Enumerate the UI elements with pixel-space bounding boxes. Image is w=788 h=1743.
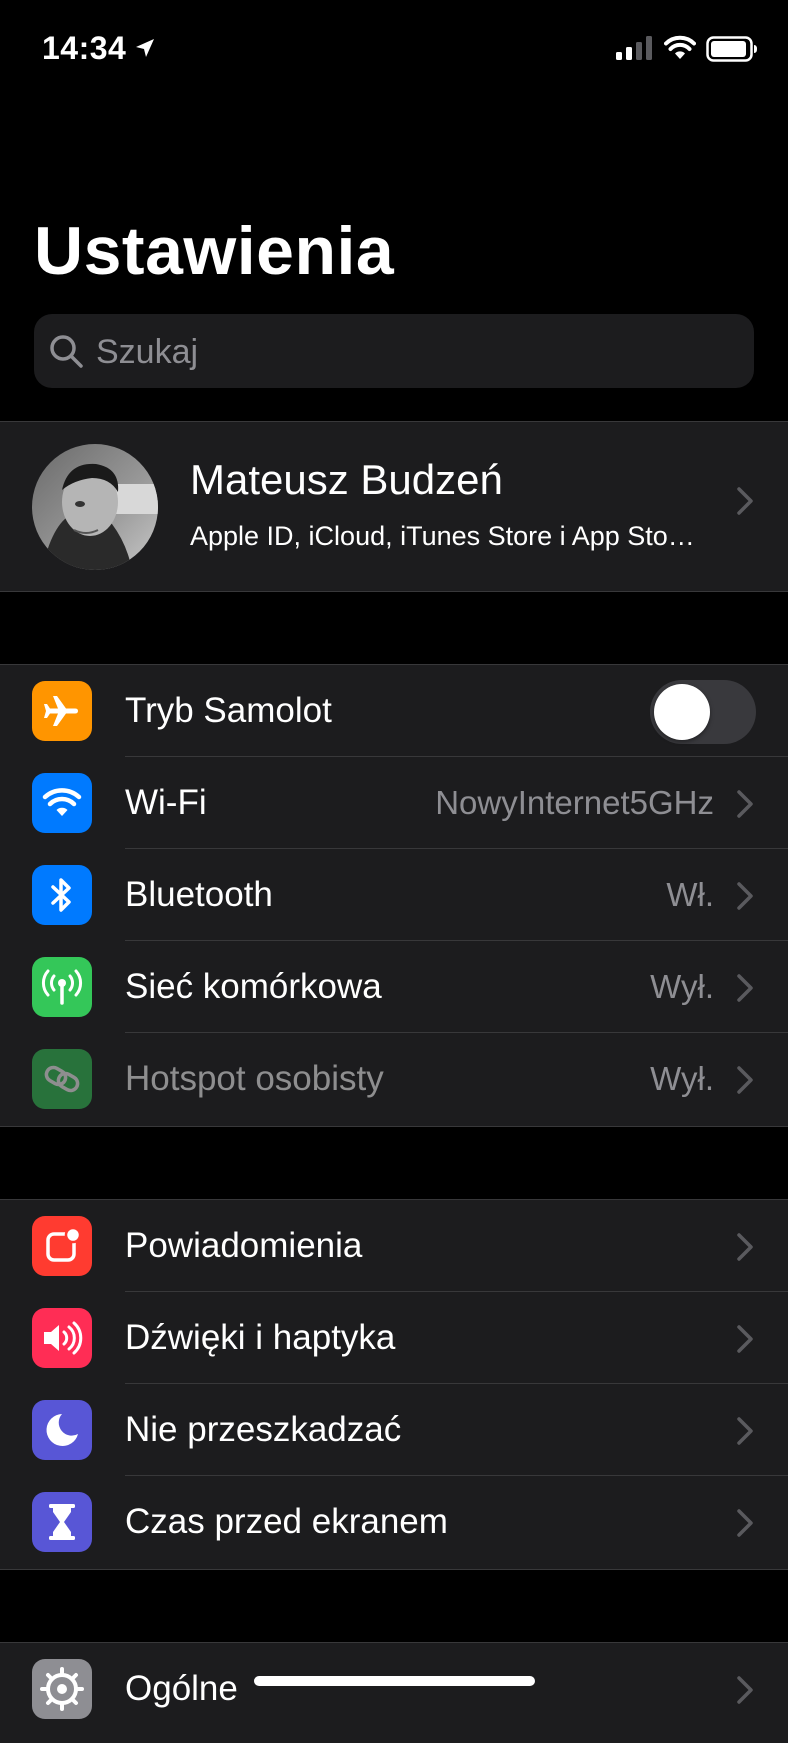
settings-row-cellular[interactable]: Sieć komórkowa Wył. — [0, 941, 788, 1033]
hourglass-icon — [32, 1492, 92, 1552]
wifi-icon — [32, 773, 92, 833]
cellular-signal-icon — [616, 36, 652, 60]
wifi-status-icon — [664, 35, 696, 59]
speaker-icon — [32, 1308, 92, 1368]
row-label: Tryb Samolot — [125, 691, 332, 730]
chevron-right-icon — [737, 1233, 753, 1261]
settings-row-screen-time[interactable]: Czas przed ekranem — [0, 1476, 788, 1568]
chevron-right-icon — [737, 1325, 753, 1353]
search-input[interactable] — [94, 314, 738, 390]
settings-row-personal-hotspot: Hotspot osobisty Wył. — [0, 1033, 788, 1125]
row-label: Hotspot osobisty — [125, 1059, 384, 1098]
cellular-antenna-icon — [32, 957, 92, 1017]
profile-name: Mateusz Budzeń — [190, 456, 503, 503]
notifications-icon — [32, 1216, 92, 1276]
settings-row-sounds-haptics[interactable]: Dźwięki i haptyka — [0, 1292, 788, 1384]
chevron-right-icon — [737, 790, 753, 818]
chevron-right-icon — [737, 1676, 753, 1704]
general-group: Ogólne — [0, 1642, 788, 1743]
chevron-right-icon — [737, 882, 753, 910]
chevron-right-icon — [737, 974, 753, 1002]
cellular-value: Wył. — [650, 968, 714, 1005]
moon-icon — [32, 1400, 92, 1460]
wifi-network-value: NowyInternet5GHz — [435, 784, 714, 821]
notifications-group: Powiadomienia Dźwięki i haptyka Nie prze… — [0, 1199, 788, 1570]
settings-row-general[interactable]: Ogólne — [0, 1643, 788, 1735]
connectivity-group: Tryb Samolot Wi-Fi NowyInternet5GHz Blue… — [0, 664, 788, 1127]
row-label: Dźwięki i haptyka — [125, 1318, 396, 1357]
gear-icon — [32, 1659, 92, 1719]
settings-row-notifications[interactable]: Powiadomienia — [0, 1200, 788, 1292]
toggle-knob — [654, 684, 710, 740]
apple-id-profile-cell[interactable] — [0, 421, 788, 592]
status-bar: 14:34 — [0, 0, 788, 100]
page-title: Ustawienia — [34, 213, 395, 289]
battery-icon — [706, 36, 757, 62]
chevron-right-icon — [737, 487, 753, 515]
profile-subtitle: Apple ID, iCloud, iTunes Store i App Sto… — [190, 521, 695, 551]
location-arrow-icon — [136, 39, 154, 57]
row-label: Nie przeszkadzać — [125, 1410, 402, 1449]
settings-row-wifi[interactable]: Wi-Fi NowyInternet5GHz — [0, 757, 788, 849]
avatar — [32, 444, 158, 570]
settings-row-airplane-mode[interactable]: Tryb Samolot — [0, 665, 788, 757]
settings-row-do-not-disturb[interactable]: Nie przeszkadzać — [0, 1384, 788, 1476]
row-label: Wi-Fi — [125, 783, 207, 822]
hotspot-icon — [32, 1049, 92, 1109]
status-time: 14:34 — [42, 30, 127, 66]
row-label: Sieć komórkowa — [125, 967, 382, 1006]
home-indicator[interactable] — [254, 1676, 535, 1686]
bluetooth-icon — [32, 865, 92, 925]
bluetooth-value: Wł. — [666, 876, 714, 913]
row-label: Bluetooth — [125, 875, 273, 914]
airplane-mode-toggle[interactable] — [650, 680, 756, 744]
chevron-right-icon — [737, 1417, 753, 1445]
settings-row-bluetooth[interactable]: Bluetooth Wł. — [0, 849, 788, 941]
row-label: Czas przed ekranem — [125, 1502, 448, 1541]
chevron-right-icon — [737, 1066, 753, 1094]
hotspot-value: Wył. — [650, 1060, 714, 1097]
row-label: Powiadomienia — [125, 1226, 363, 1265]
airplane-icon — [32, 681, 92, 741]
search-icon — [50, 335, 83, 368]
row-label: Ogólne — [125, 1669, 238, 1708]
search-bar[interactable] — [34, 314, 754, 390]
chevron-right-icon — [737, 1509, 753, 1537]
